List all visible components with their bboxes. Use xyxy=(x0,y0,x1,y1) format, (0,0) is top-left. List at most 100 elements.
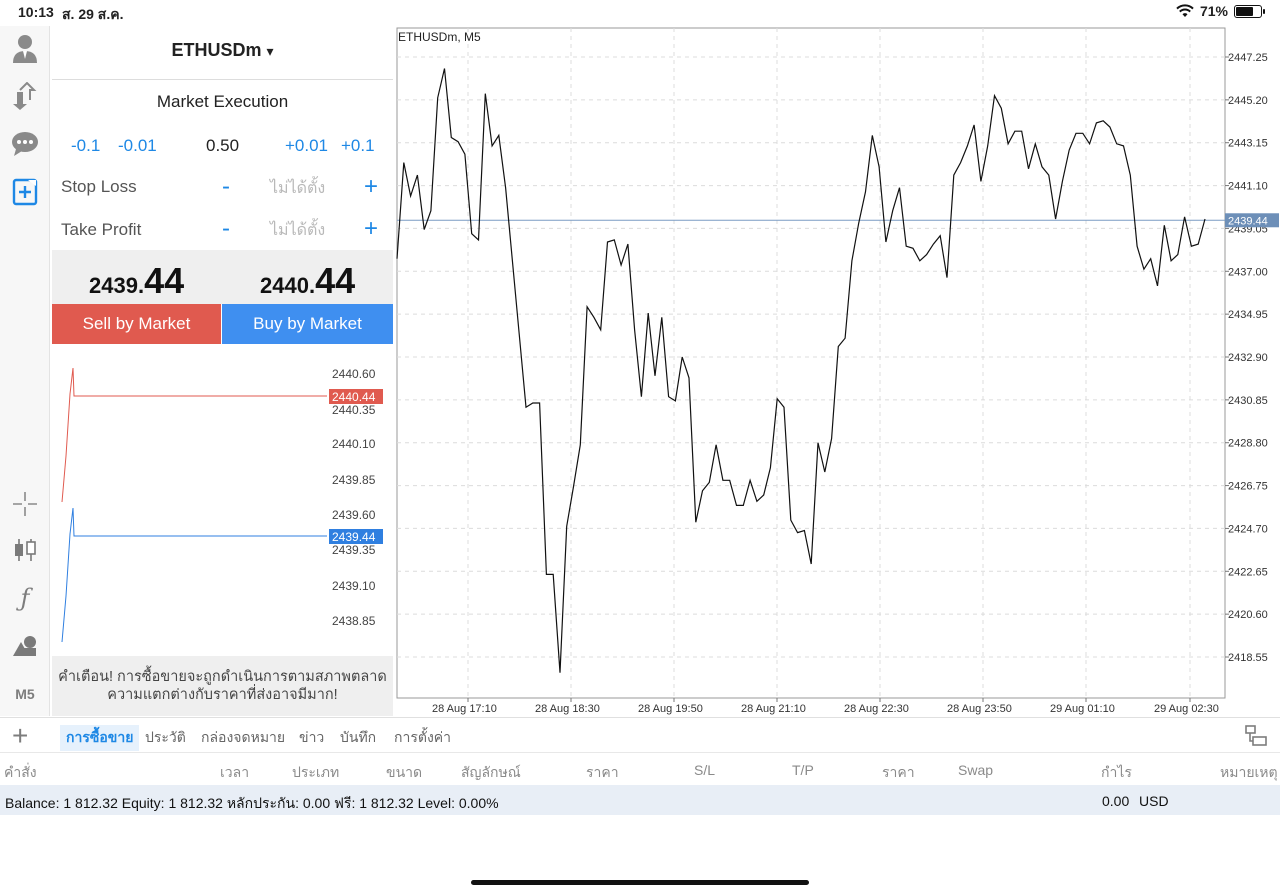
account-icon[interactable] xyxy=(9,32,41,64)
execution-type[interactable]: Market Execution xyxy=(52,92,393,112)
volume-plus-large-button[interactable]: +0.1 xyxy=(341,136,375,156)
column-header[interactable]: กำไร xyxy=(1101,762,1132,784)
current-price-label: 2439.44 xyxy=(1228,215,1268,227)
stop-loss-minus-button[interactable]: - xyxy=(222,175,230,199)
column-header[interactable]: ประเภท xyxy=(292,762,339,784)
stop-loss-input[interactable]: ไม่ได้ตั้ง xyxy=(270,176,325,201)
ask-price-minor: 44 xyxy=(315,260,356,301)
chart-title: ETHUSDm, M5 xyxy=(398,30,481,44)
x-tick-label: 28 Aug 19:50 xyxy=(638,703,703,715)
volume-minus-large-button[interactable]: -0.1 xyxy=(71,136,100,156)
sell-by-market-button[interactable]: Sell by Market xyxy=(52,304,221,344)
home-indicator[interactable] xyxy=(471,880,809,885)
volume-plus-small-button[interactable]: +0.01 xyxy=(285,136,328,156)
x-tick-label: 28 Aug 18:30 xyxy=(535,703,600,715)
warning-line: ความแตกต่างกับราคาที่ส่งอาจมีมาก! xyxy=(107,687,338,703)
indicator-icon[interactable]: ƒ xyxy=(9,582,41,614)
bid-tick-line xyxy=(61,507,327,643)
status-right: 71% xyxy=(1176,3,1265,19)
symbol-selector[interactable]: ETHUSDm ▾ xyxy=(52,40,393,61)
crosshair-icon[interactable] xyxy=(9,488,41,520)
y-tick-label: 2432.90 xyxy=(1228,352,1268,364)
trade-table-header: คำสั่ง เวลา ประเภท ขนาด สัญลักษณ์ ราคา S… xyxy=(0,753,1280,785)
y-tick-label: 2420.60 xyxy=(1228,609,1268,621)
tab-mailbox[interactable]: กล่องจดหมาย xyxy=(201,727,285,749)
y-tick-label: 2424.70 xyxy=(1228,523,1268,535)
chat-icon[interactable] xyxy=(9,128,41,160)
stop-loss-plus-button[interactable]: + xyxy=(364,175,378,199)
ask-price-tag-label: 2440.44 xyxy=(332,390,376,404)
column-header[interactable]: T/P xyxy=(792,762,814,778)
order-panel: ETHUSDm ▾ Market Execution -0.1 -0.01 0.… xyxy=(52,26,393,716)
balance-currency: USD xyxy=(1139,793,1169,809)
column-header[interactable]: ขนาด xyxy=(386,762,422,784)
chevron-down-icon: ▾ xyxy=(266,43,274,59)
column-header[interactable]: หมายเหตุ xyxy=(1220,762,1278,784)
take-profit-input[interactable]: ไม่ได้ตั้ง xyxy=(270,218,325,243)
tab-history[interactable]: ประวัติ xyxy=(145,727,186,749)
x-tick-label: 29 Aug 02:30 xyxy=(1154,703,1219,715)
trade-transfer-icon[interactable] xyxy=(9,80,41,112)
bottom-tab-bar: + การซื้อขาย ประวัติ กล่องจดหมาย ข่าว บั… xyxy=(0,717,1280,753)
x-tick-label: 28 Aug 17:10 xyxy=(432,703,497,715)
volume-input[interactable]: 0.50 xyxy=(206,136,239,156)
timeframe-button[interactable]: M5 xyxy=(9,678,41,710)
bid-price-minor: 44 xyxy=(144,260,185,301)
y-tick-label: 2418.55 xyxy=(1228,652,1268,664)
y-tick-label: 2422.65 xyxy=(1228,566,1268,578)
bid-price-major: 2439. xyxy=(89,273,145,298)
tab-trade[interactable]: การซื้อขาย xyxy=(60,725,140,751)
tab-news[interactable]: ข่าว xyxy=(299,727,324,749)
y-tick-label: 2437.00 xyxy=(1228,266,1268,278)
battery-percent: 71% xyxy=(1199,3,1228,19)
column-header[interactable]: ราคา xyxy=(586,762,619,784)
volume-minus-small-button[interactable]: -0.01 xyxy=(118,136,157,156)
column-header[interactable]: S/L xyxy=(694,762,715,778)
stop-loss-label: Stop Loss xyxy=(61,177,137,196)
column-header[interactable]: เวลา xyxy=(220,762,249,784)
column-header[interactable]: คำสั่ง xyxy=(4,762,37,784)
warning-line: คำเตือน! การซื้อขายจะถูกดำเนินการตามสภาพ… xyxy=(58,669,387,685)
app-root: 10:13 ส. 29 ส.ค. 71% ƒ M5 ETHUSDm ▾ Mark… xyxy=(0,0,1280,894)
column-header[interactable]: Swap xyxy=(958,762,993,778)
objects-icon[interactable] xyxy=(9,630,41,662)
bid-scale-label: 2438.85 xyxy=(332,614,376,628)
y-tick-label: 2441.10 xyxy=(1228,181,1268,193)
wifi-icon xyxy=(1176,4,1194,17)
buy-by-market-button[interactable]: Buy by Market xyxy=(222,304,393,344)
plot-area[interactable] xyxy=(396,27,1226,699)
price-chart-svg[interactable]: 2447.252445.202443.152441.102439.052437.… xyxy=(395,26,1280,716)
bid-scale-label: 2439.35 xyxy=(332,543,376,557)
ask-price: 2440.44 xyxy=(260,260,355,302)
left-toolbar: ƒ M5 xyxy=(0,26,50,716)
new-order-icon[interactable] xyxy=(9,176,41,208)
ask-price-major: 2440. xyxy=(260,273,316,298)
ask-scale-label: 2440.60 xyxy=(332,367,376,381)
ask-tick-line xyxy=(61,367,327,503)
tick-chart: 2440.60 2440.35 2440.10 2439.85 2440.44 … xyxy=(61,367,383,643)
column-header[interactable]: ราคา xyxy=(882,762,915,784)
tab-journal[interactable]: บันทึก xyxy=(340,727,376,749)
x-tick-label: 29 Aug 01:10 xyxy=(1050,703,1115,715)
take-profit-label: Take Profit xyxy=(61,220,142,239)
status-bar: 10:13 ส. 29 ส.ค. 71% xyxy=(0,0,1280,26)
x-tick-label: 28 Aug 23:50 xyxy=(947,703,1012,715)
ask-scale-label: 2440.10 xyxy=(332,437,376,451)
status-time: 10:13 xyxy=(18,4,54,20)
warning-message: คำเตือน! การซื้อขายจะถูกดำเนินการตามสภาพ… xyxy=(52,656,393,716)
column-header[interactable]: สัญลักษณ์ xyxy=(461,762,521,784)
ask-scale-label: 2439.85 xyxy=(332,473,376,487)
balance-summary: Balance: 1 812.32 Equity: 1 812.32 หลักป… xyxy=(5,795,499,811)
ask-scale-label: 2440.35 xyxy=(332,403,376,417)
tab-settings[interactable]: การตั้งค่า xyxy=(394,727,451,749)
add-icon[interactable]: + xyxy=(12,722,28,750)
take-profit-plus-button[interactable]: + xyxy=(364,217,378,241)
price-chart[interactable]: 2447.25 2445.20 2443.15 2441.10 2439.05 2437.… xyxy=(395,26,1280,716)
y-tick-label: 2430.85 xyxy=(1228,395,1268,407)
y-tick-label: 2434.95 xyxy=(1228,309,1268,321)
candlestick-icon[interactable] xyxy=(9,534,41,566)
quote-bar: 2439.44 2440.44 xyxy=(52,250,393,304)
take-profit-minus-button[interactable]: - xyxy=(222,217,230,241)
layout-icon[interactable] xyxy=(1244,724,1268,748)
battery-icon xyxy=(1234,4,1265,18)
